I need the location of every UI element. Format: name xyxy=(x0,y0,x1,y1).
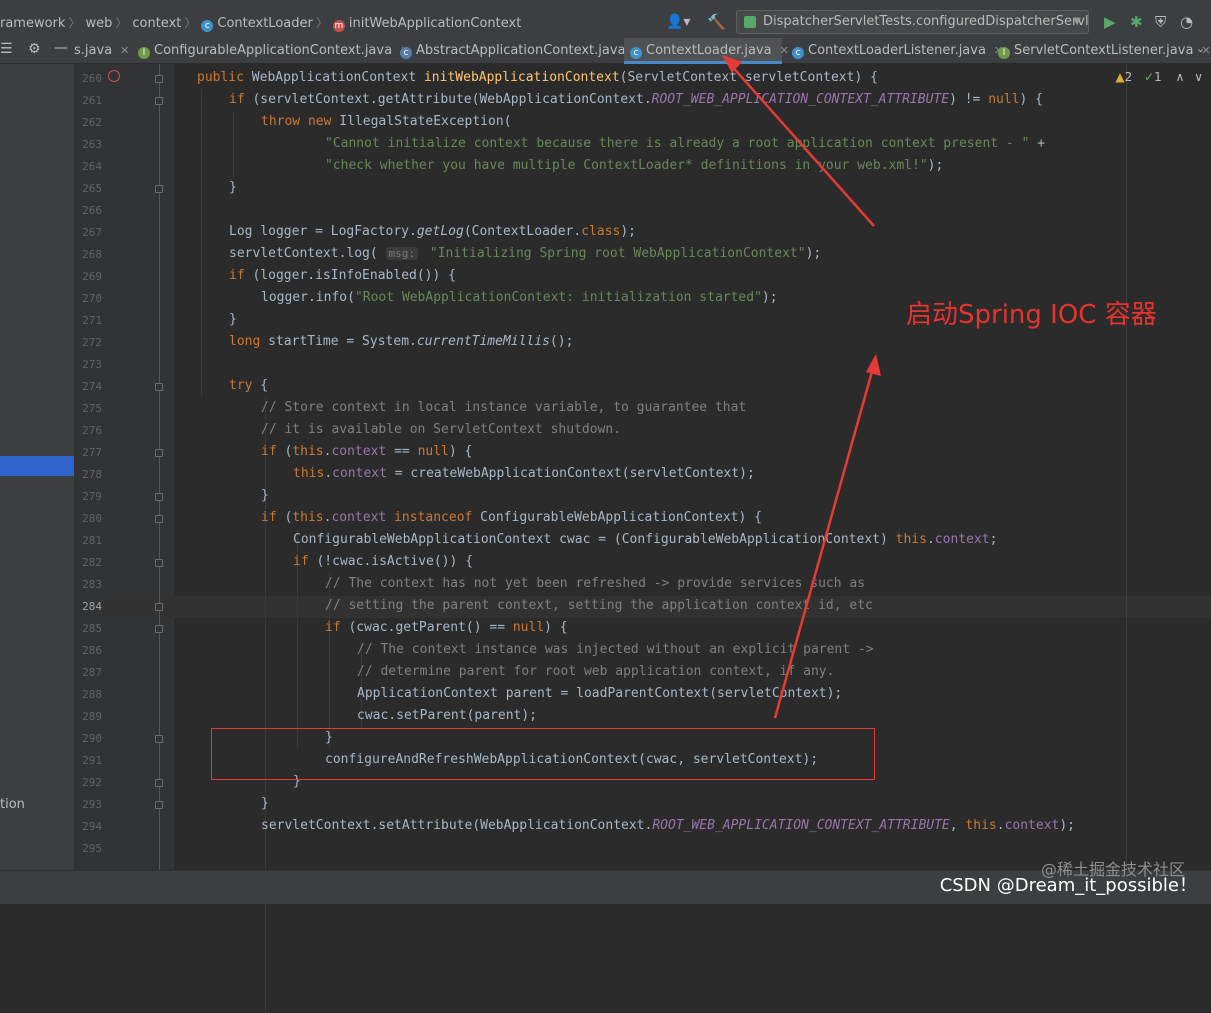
arrow-head-icon xyxy=(722,55,742,73)
arrow-to-tab xyxy=(729,63,875,227)
annotation-arrows xyxy=(722,55,881,719)
arrow-head-icon xyxy=(866,354,881,376)
watermark-csdn: CSDN @Dream_it_possible！ xyxy=(939,875,1197,896)
annotation-label: 启动Spring IOC 容器 xyxy=(906,300,1157,330)
arrow-to-annotation xyxy=(773,367,875,719)
